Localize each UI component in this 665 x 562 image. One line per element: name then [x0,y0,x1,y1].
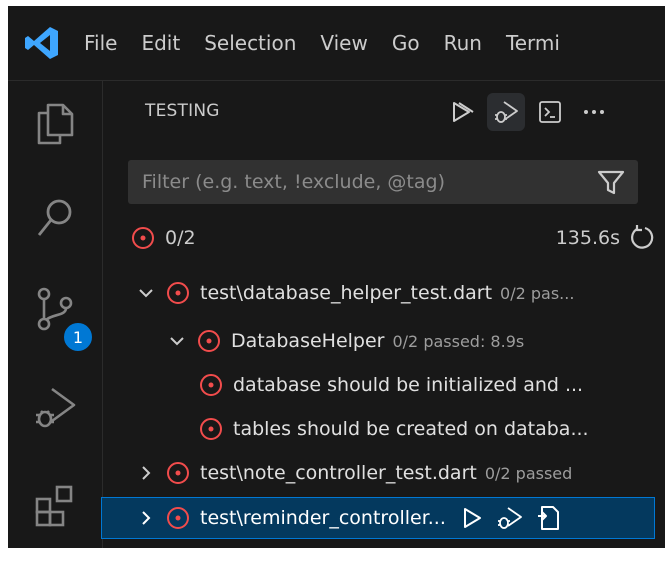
menu-view[interactable]: View [320,31,367,55]
panel-actions [443,93,619,131]
failed-icon [200,374,222,396]
go-to-file-icon[interactable] [534,504,562,532]
menu-go[interactable]: Go [392,31,420,55]
menu-terminal[interactable]: Termi [506,31,560,55]
filter-icon[interactable] [594,165,628,199]
chevron-right-icon[interactable] [136,508,156,528]
test-summary: 0/2 135.6s [131,221,656,255]
tree-item-note-controller-test[interactable]: test\note_controller_test.dart 0/2 passe… [103,453,665,493]
debug-test-icon[interactable] [496,504,524,532]
refresh-icon[interactable] [628,224,656,252]
tree-item-label: test\note_controller_test.dart [200,462,477,484]
failed-icon [200,418,222,440]
extensions-icon[interactable] [30,481,80,531]
menu-bar: File Edit Selection View Go Run Termi [8,6,665,81]
test-result-count: 0/2 [165,227,196,249]
tree-item-label: tables should be created on databa... [233,418,589,440]
failed-icon [198,330,220,352]
tree-item-description: 0/2 passed: 8.9s [392,331,525,351]
filter-input[interactable] [128,170,594,194]
chevron-down-icon[interactable] [136,283,156,303]
vscode-logo-icon[interactable] [22,23,62,63]
run-all-tests-icon [453,102,474,122]
menu-file[interactable]: File [84,31,117,55]
tree-item-test-case[interactable]: tables should be created on databa... [103,409,665,449]
tree-item-label: DatabaseHelper [231,330,385,352]
menu-selection[interactable]: Selection [204,31,296,55]
filter-box [128,160,638,204]
chevron-right-icon[interactable] [136,463,156,483]
more-actions-button[interactable] [575,93,613,131]
tree-item-label: test\reminder_controller... [200,507,446,529]
debug-all-tests-button[interactable] [487,93,525,131]
tree-item-test-case[interactable]: database should be initialized and ... [103,365,665,405]
vscode-window: File Edit Selection View Go Run Termi 1 … [8,6,665,548]
tree-item-description: 0/2 pas... [500,283,575,303]
search-icon[interactable] [30,193,80,243]
menu-edit[interactable]: Edit [141,31,180,55]
run-debug-icon[interactable] [30,383,80,433]
panel-title: TESTING [145,101,220,121]
menu-run[interactable]: Run [444,31,482,55]
source-control-badge: 1 [62,321,94,353]
chevron-down-icon[interactable] [167,331,187,351]
activity-bar: 1 [8,81,103,548]
failed-icon [132,227,154,249]
debug-all-tests-icon [495,101,518,123]
tree-item-label: database should be initialized and ... [233,374,584,396]
failed-icon [167,282,189,304]
test-duration: 135.6s [555,227,620,249]
open-terminal-button[interactable] [531,93,569,131]
tree-item-database-helper-group[interactable]: DatabaseHelper 0/2 passed: 8.9s [103,321,665,361]
run-all-tests-button[interactable] [443,93,481,131]
tree-item-reminder-controller-test[interactable]: test\reminder_controller... [101,497,655,539]
more-actions-icon [584,110,604,114]
tree-item-database-helper-test[interactable]: test\database_helper_test.dart 0/2 pas..… [103,273,665,313]
tree-item-label: test\database_helper_test.dart [200,282,493,304]
row-actions [458,504,572,532]
testing-panel: TESTING Filter (e.g. text, !exclude, @ta… [101,81,665,548]
tree-item-description: 0/2 passed [484,463,573,483]
failed-icon [167,507,189,529]
failed-icon [167,462,189,484]
terminal-icon [539,101,561,123]
explorer-icon[interactable] [30,99,80,149]
run-test-icon[interactable] [458,504,486,532]
